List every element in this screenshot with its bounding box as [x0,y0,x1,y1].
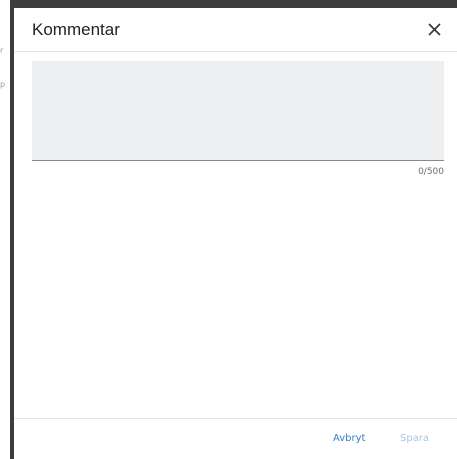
background-text-fragment: p [0,80,6,89]
close-icon [427,22,441,36]
comment-textarea[interactable] [32,61,444,160]
comment-textarea-field[interactable] [32,61,444,161]
cancel-button[interactable]: Avbryt [333,433,365,444]
character-counter: 0/500 [418,167,444,177]
comment-dialog: Kommentar 0/500 Avbryt Spara [14,8,457,459]
save-button[interactable]: Spara [400,433,429,444]
background-page-edge: r p [0,0,10,459]
dialog-footer: Avbryt Spara [14,418,457,459]
dialog-header: Kommentar [14,8,457,52]
background-text-fragment: r [0,46,4,55]
dialog-title: Kommentar [32,20,120,39]
close-button[interactable] [423,18,445,40]
